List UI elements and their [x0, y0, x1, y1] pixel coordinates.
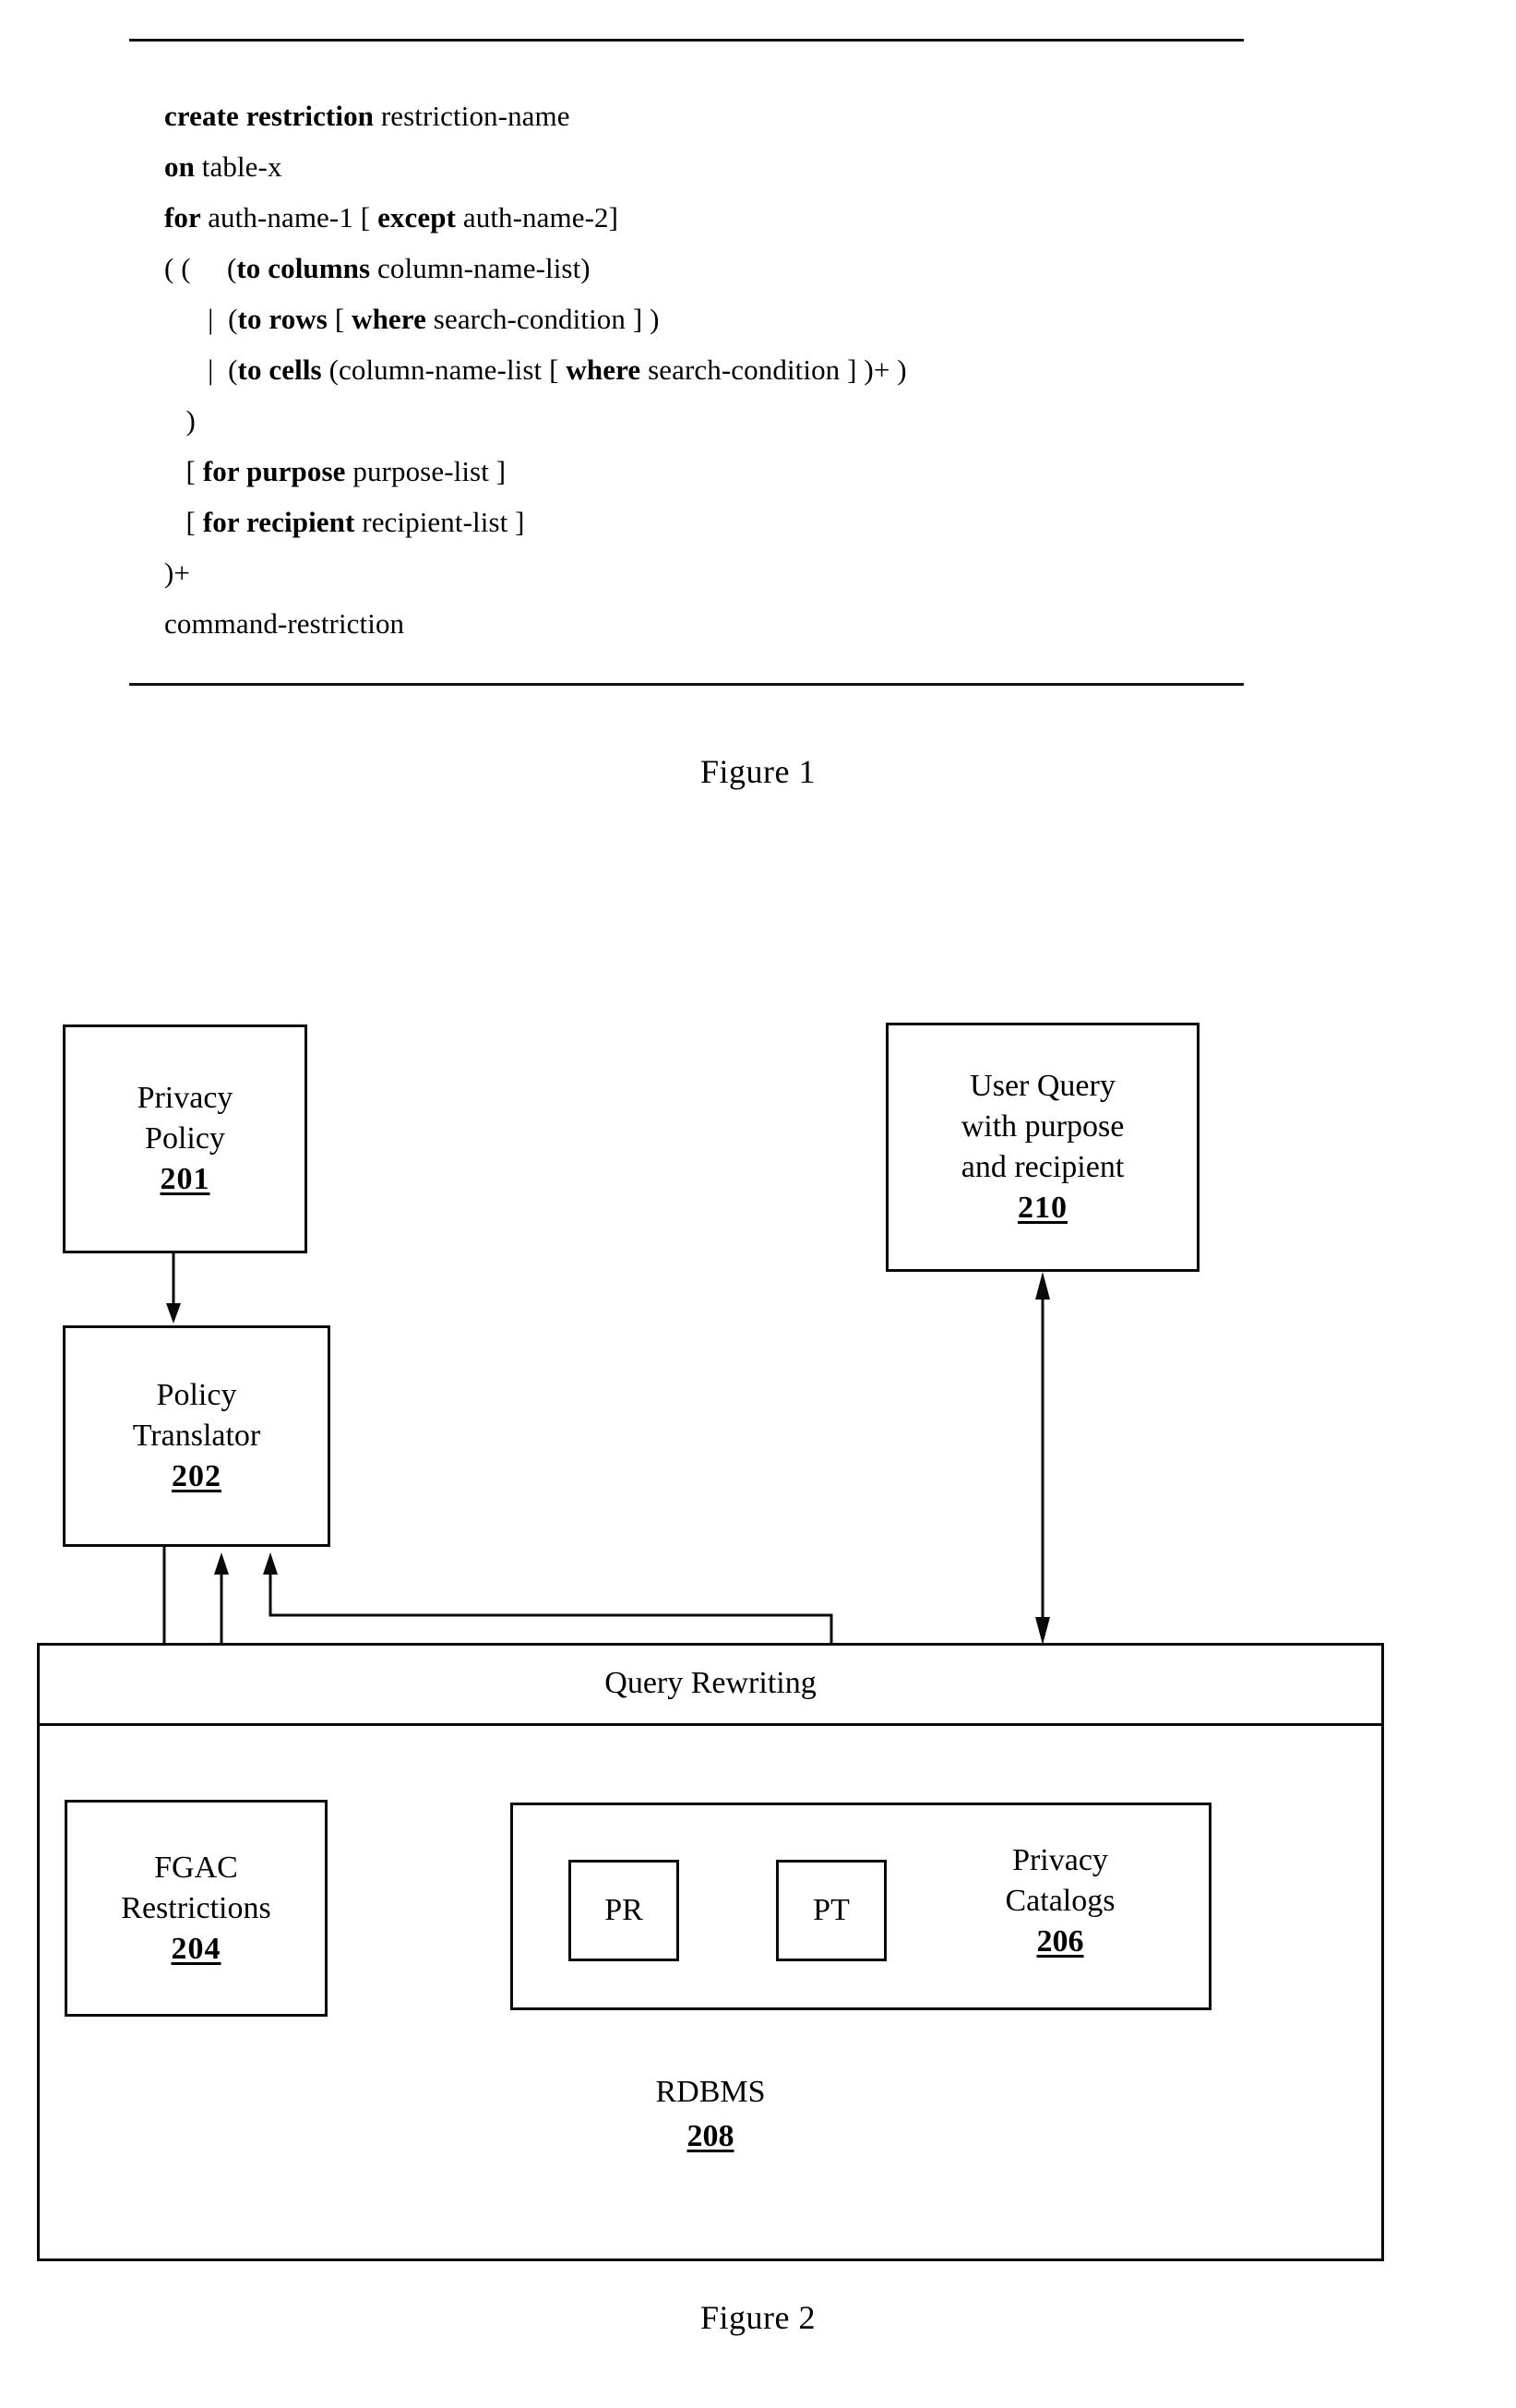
figure1-syntax-line: | (to cells (column-name-list [ where se… [164, 344, 1253, 395]
figure1-syntax-line: command-restriction [164, 598, 1253, 649]
node-user-query[interactable]: User Query with purpose and recipient 210 [886, 1023, 1200, 1272]
node-fgac-restrictions-label: FGAC Restrictions [121, 1850, 271, 1925]
figure1-top-rule [129, 39, 1244, 42]
syntax-token: auth-name-1 [ [208, 201, 378, 234]
node-pr[interactable]: PR [568, 1860, 679, 1961]
node-rdbms-number: 208 [686, 2119, 734, 2153]
syntax-token: search-condition ] ) [433, 303, 660, 335]
node-policy-translator[interactable]: Policy Translator 202 [63, 1325, 330, 1547]
figure1-syntax-line: [ for recipient recipient-list ] [164, 497, 1253, 547]
syntax-keyword: except [377, 201, 463, 234]
figure1-syntax-line: )+ [164, 547, 1253, 598]
figure1-syntax-line: on table-x [164, 141, 1253, 192]
syntax-keyword: for recipient [202, 506, 363, 538]
node-user-query-number: 210 [1018, 1191, 1068, 1225]
syntax-token: auth-name-2] [462, 201, 619, 234]
node-rdbms-label-group: RDBMS 208 [40, 2070, 1381, 2159]
node-rdbms-label: RDBMS [655, 2075, 766, 2109]
syntax-token: [ [334, 303, 352, 335]
figure2-caption: Figure 2 [700, 2299, 816, 2336]
figure1-syntax-line: for auth-name-1 [ except auth-name-2] [164, 192, 1253, 243]
edge-user-query-to-query-rewriting [1035, 1272, 1050, 1645]
syntax-keyword: on [164, 150, 202, 183]
syntax-token: [ [164, 506, 203, 538]
syntax-token: restriction-name [380, 100, 570, 132]
syntax-token: (column-name-list [ [328, 353, 567, 386]
edge-privacy-policy-to-policy-translator [166, 1253, 181, 1324]
syntax-token: ( ( ( [164, 252, 237, 284]
node-user-query-label: User Query with purpose and recipient [961, 1069, 1125, 1184]
syntax-keyword: create restriction [164, 100, 381, 132]
node-policy-translator-number: 202 [172, 1459, 221, 1493]
node-query-rewriting-label: Query Rewriting [604, 1665, 817, 1700]
figure1-syntax-line: create restriction restriction-name [164, 90, 1253, 141]
syntax-keyword: to rows [237, 303, 335, 335]
syntax-token: | ( [164, 353, 238, 386]
node-pr-label: PR [604, 1893, 643, 1927]
syntax-token: )+ [164, 557, 191, 589]
node-privacy-catalogs-number: 206 [1036, 1924, 1084, 1959]
syntax-keyword: where [566, 353, 649, 386]
syntax-token: column-name-list) [377, 252, 591, 284]
node-privacy-policy[interactable]: Privacy Policy 201 [63, 1024, 307, 1253]
syntax-keyword: where [352, 303, 434, 335]
node-pt[interactable]: PT [776, 1860, 887, 1961]
node-fgac-restrictions-number: 204 [171, 1931, 221, 1966]
syntax-keyword: for purpose [202, 455, 353, 487]
figure1-syntax-line: [ for purpose purpose-list ] [164, 446, 1253, 497]
node-pt-label: PT [813, 1893, 850, 1927]
figure-1: create restriction restriction-name on ta… [0, 0, 1516, 858]
syntax-token: search-condition ] )+ ) [648, 353, 907, 386]
figure1-syntax-line: | (to rows [ where search-condition ] ) [164, 294, 1253, 344]
node-privacy-policy-label: Privacy Policy [137, 1081, 233, 1156]
syntax-token: ) [164, 404, 196, 437]
node-fgac-restrictions[interactable]: FGAC Restrictions 204 [65, 1800, 328, 2017]
syntax-keyword: for [164, 201, 209, 234]
syntax-token: | ( [164, 303, 238, 335]
syntax-token: [ [164, 455, 203, 487]
node-query-rewriting[interactable]: Query Rewriting [37, 1643, 1384, 1726]
figure1-syntax-line: ( ( (to columns column-name-list) [164, 243, 1253, 294]
syntax-keyword: to cells [237, 353, 329, 386]
figure1-syntax-line: ) [164, 395, 1253, 446]
syntax-token: recipient-list ] [362, 506, 525, 538]
syntax-token: table-x [201, 150, 282, 183]
node-privacy-policy-number: 201 [160, 1162, 210, 1196]
figure1-syntax-block: create restriction restriction-name on ta… [164, 90, 1253, 649]
node-privacy-catalogs-label-group: Privacy Catalogs 206 [945, 1840, 1176, 1962]
figure1-caption: Figure 1 [700, 753, 816, 790]
syntax-keyword: to columns [236, 252, 378, 284]
syntax-token: command-restriction [164, 607, 405, 640]
node-policy-translator-label: Policy Translator [132, 1378, 261, 1453]
node-privacy-catalogs-label: Privacy Catalogs [1005, 1843, 1116, 1918]
syntax-token: purpose-list ] [352, 455, 507, 487]
figure1-bottom-rule [129, 683, 1244, 686]
figure-2: Privacy Policy 201 User Query with purpose… [0, 960, 1516, 2408]
